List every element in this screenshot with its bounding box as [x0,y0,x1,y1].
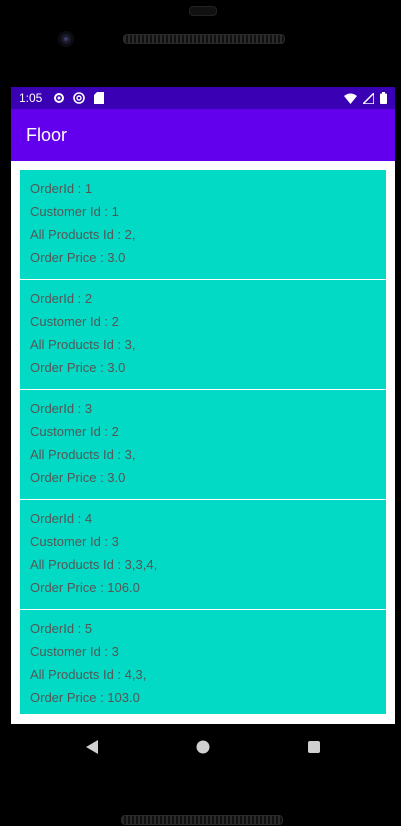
products-id-label: All Products Id : 3,3,4, [30,557,158,572]
wifi-icon [343,91,357,105]
order-price-label: Order Price : 3.0 [30,250,126,265]
app-screen: 1:05 Floor OrderId : 1 Customer Id: 1 A… [11,87,395,724]
order-card[interactable]: OrderId : 3 Customer Id : 2 All Products… [20,390,386,499]
app-bar: Floor [11,109,395,161]
products-id-label: All Products Id : 3, [30,337,136,352]
order-card[interactable]: OrderId : 5 Customer Id : 3 All Products… [20,610,386,714]
order-card[interactable]: OrderId : 2 Customer Id : 2 All Products… [20,280,386,389]
battery-icon [379,91,387,105]
recents-icon[interactable] [305,738,323,756]
customer-id-label: Customer Id : 2 [30,424,119,439]
products-id-label: All Products Id : 4,3, [30,667,147,682]
front-camera-icon [58,31,74,47]
phone-earpiece [189,6,217,16]
order-id-label: OrderId : 5 [30,621,93,636]
orders-list: OrderId : 1 Customer Id : 1 All Products… [20,170,386,715]
customer-id-label: Customer Id : 3 [30,644,119,659]
order-card[interactable]: OrderId : 4 Customer Id : 3 All Products… [20,500,386,609]
at-sign-icon [72,91,86,105]
phone-speaker-grill [123,34,285,44]
signal-icon [361,91,375,105]
order-price-label: Order Price : 103.0 [30,690,140,705]
order-id-label: OrderId : 3 [30,401,93,416]
order-id-label: OrderId : 2 [30,291,93,306]
sd-card-icon [92,91,106,105]
navigation-bar [0,724,401,770]
customer-id-label: Customer Id : 1 [30,204,119,219]
order-price-label: Order Price : 3.0 [30,470,126,485]
home-icon[interactable] [194,738,212,756]
order-price-label: Order Price : 3.0 [30,360,126,375]
app-title: Floor [26,124,68,145]
status-time: 1:05 [19,91,43,105]
products-id-label: All Products Id : 2, [30,227,136,242]
order-id-label: OrderId : 4 [30,511,93,526]
customer-id-label: Customer Id : 3 [30,534,119,549]
back-icon[interactable] [83,738,101,756]
products-id-label: All Products Id : 3, [30,447,136,462]
status-bar: 1:05 [11,87,395,109]
phone-bottom-speaker-grill [121,815,283,825]
order-card[interactable]: OrderId : 1 Customer Id : 1 All Products… [20,170,386,279]
settings-icon [52,91,66,105]
order-price-label: Order Price : 106.0 [30,580,140,595]
order-id-label: OrderId : 1 [30,181,93,196]
customer-id-label: Customer Id : 2 [30,314,119,329]
